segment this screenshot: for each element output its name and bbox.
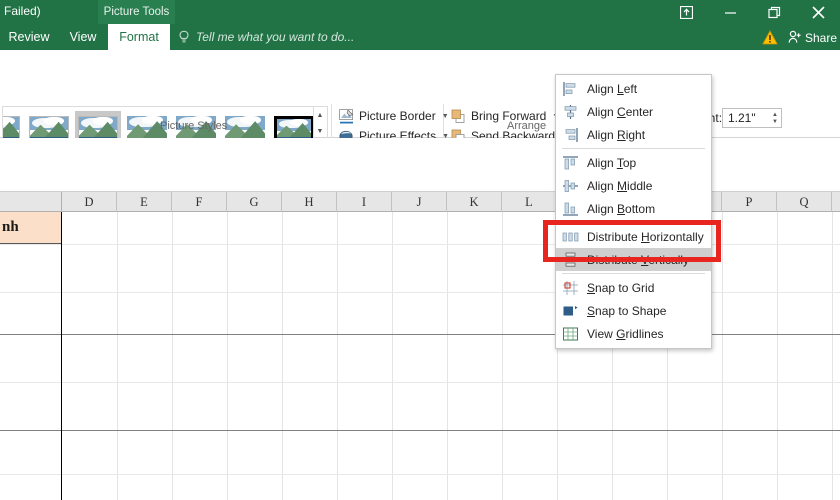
align-right-icon — [562, 127, 579, 143]
align-bottom-icon — [562, 201, 579, 217]
ribbon-group-labels: Picture Styles Arrange — [0, 118, 840, 138]
align-top-icon — [562, 155, 579, 171]
menu-divider — [562, 148, 705, 149]
align-center-icon — [562, 104, 579, 120]
column-header-G[interactable]: G — [227, 192, 282, 212]
menu-item-label: Snap to Grid — [587, 280, 655, 295]
column-header-J[interactable]: J — [392, 192, 447, 212]
column-headers: D E F G H I J K L M N O P Q — [0, 192, 840, 212]
tell-me-text: Tell me what you want to do... — [196, 30, 355, 44]
menu-item-label: Align Top — [587, 155, 637, 170]
column-header-F[interactable]: F — [172, 192, 227, 212]
menu-item-label: Align Left — [587, 81, 638, 96]
menu-item-align-left[interactable]: Align Left — [556, 77, 711, 100]
column-header-L[interactable]: L — [502, 192, 557, 212]
share-button[interactable]: Share — [788, 29, 837, 47]
column-header-E[interactable]: E — [117, 192, 172, 212]
highlighted-cell[interactable]: nh — [0, 212, 61, 244]
warning-icon[interactable] — [762, 30, 778, 45]
menu-item-snap-to-shape[interactable]: Snap to Shape — [556, 299, 711, 322]
window-title: Failed) — [4, 4, 41, 18]
restore-icon[interactable] — [752, 0, 796, 24]
menu-item-align-middle[interactable]: Align Middle — [556, 174, 711, 197]
column-header-D[interactable]: D — [62, 192, 117, 212]
person-add-icon — [788, 30, 802, 47]
excel-window: Failed) Picture Tools Review View Format — [0, 0, 840, 500]
menu-item-snap-to-grid[interactable]: Snap to Grid — [556, 276, 711, 299]
group-label-arrange: Arrange — [507, 120, 547, 132]
spreadsheet: D E F G H I J K L M N O P Q — [0, 138, 840, 500]
group-label-picture-styles: Picture Styles — [160, 120, 228, 132]
highlighted-cell-text: nh — [2, 219, 19, 235]
menu-item-align-center[interactable]: Align Center — [556, 100, 711, 123]
menu-item-label: Align Right — [587, 127, 646, 142]
column-header-Q[interactable]: Q — [777, 192, 832, 212]
menu-item-label: Snap to Shape — [587, 303, 667, 318]
column-header-H[interactable]: H — [282, 192, 337, 212]
contextual-tab-label: Picture Tools — [98, 0, 175, 24]
view-gridlines-icon — [562, 326, 579, 342]
menu-item-align-bottom[interactable]: Align Bottom — [556, 197, 711, 220]
snap-to-shape-icon — [562, 303, 579, 319]
menu-item-label: Align Bottom — [587, 201, 656, 216]
window-controls — [664, 0, 840, 24]
menu-item-align-top[interactable]: Align Top — [556, 151, 711, 174]
menu-item-align-right[interactable]: Align Right — [556, 123, 711, 146]
frozen-pane-border — [61, 212, 62, 500]
annotation-highlight-box — [543, 220, 721, 262]
tab-format[interactable]: Format — [108, 24, 170, 50]
close-icon[interactable] — [796, 0, 840, 24]
column-header-K[interactable]: K — [447, 192, 502, 212]
menu-item-label: Align Middle — [587, 178, 653, 193]
menu-item-label: View Gridlines — [587, 326, 664, 341]
tell-me-search[interactable]: Tell me what you want to do... — [178, 24, 354, 50]
column-header-I[interactable]: I — [337, 192, 392, 212]
tab-view[interactable]: View — [58, 24, 108, 50]
formula-bar-area — [0, 138, 840, 192]
menu-divider — [562, 273, 705, 274]
align-left-icon — [562, 81, 579, 97]
ribbon-tab-strip: Review View Format Tell me what you want… — [0, 24, 840, 50]
title-bar: Failed) Picture Tools — [0, 0, 840, 24]
share-label: Share — [805, 31, 838, 45]
lightbulb-icon — [178, 30, 190, 44]
snap-to-grid-icon — [562, 280, 579, 296]
minimize-icon[interactable] — [708, 0, 752, 24]
ribbon-display-options-icon[interactable] — [664, 0, 708, 24]
column-header-partial[interactable] — [0, 192, 62, 212]
align-dropdown-menu[interactable]: Align Left Align Center Align Right Alig… — [555, 74, 712, 349]
tab-review[interactable]: Review — [0, 24, 58, 50]
menu-item-view-gridlines[interactable]: View Gridlines — [556, 322, 711, 345]
align-middle-icon — [562, 178, 579, 194]
menu-item-label: Align Center — [587, 104, 654, 119]
column-header-P[interactable]: P — [722, 192, 777, 212]
